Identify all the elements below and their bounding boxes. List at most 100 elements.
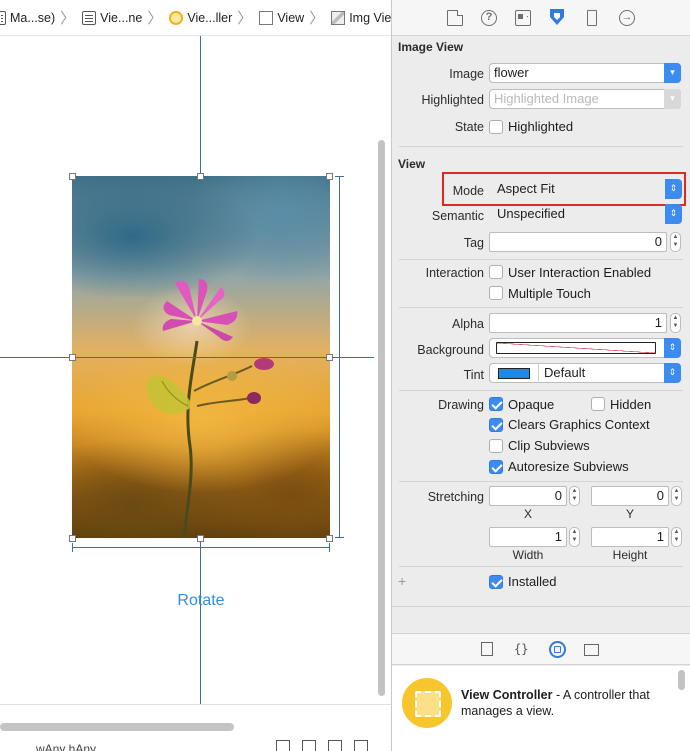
hidden-checkbox[interactable] (591, 397, 605, 411)
canvas-layout-tools (276, 740, 368, 751)
updown-chevron-icon[interactable]: ⇕ (664, 338, 681, 358)
resize-handle[interactable] (197, 173, 204, 180)
resize-handle[interactable] (326, 173, 333, 180)
opaque-label: Opaque (508, 397, 555, 412)
rotate-button[interactable]: Rotate (150, 592, 252, 610)
stretching-label: Stretching (427, 490, 484, 504)
view-controller-icon (402, 678, 452, 728)
stretch-height-field[interactable]: 1 (591, 527, 669, 547)
multiple-touch-checkbox[interactable] (489, 286, 503, 300)
storyboard-canvas[interactable]: Ma...se) 〉 Vie...ne 〉 Vie...ller 〉 View … (0, 0, 391, 751)
resize-handle[interactable] (326, 354, 333, 361)
horizontal-scrollbar[interactable] (0, 723, 234, 731)
breadcrumb: Ma...se) 〉 Vie...ne 〉 Vie...ller 〉 View … (0, 0, 391, 36)
stretch-x-field[interactable]: 0 (489, 486, 567, 506)
tint-color-swatch (498, 368, 530, 379)
code-snippet-library-icon[interactable]: {} (514, 642, 528, 657)
semantic-value: Unspecified (497, 206, 565, 221)
tint-color-popup[interactable]: Default ⇕ (489, 363, 681, 383)
resize-handle[interactable] (197, 535, 204, 542)
library-item-title: View Controller (461, 688, 553, 702)
chevron-right-icon: 〉 (147, 10, 163, 27)
autoresize-subviews-label: Autoresize Subviews (508, 459, 629, 474)
autoresize-subviews-checkbox[interactable] (489, 460, 503, 474)
pin-icon[interactable] (328, 740, 342, 751)
highlighted-image-placeholder: Highlighted Image (494, 91, 599, 106)
image-label: Image (449, 67, 484, 81)
tag-field[interactable]: 0 (489, 232, 667, 252)
tag-stepper[interactable]: ▲ ▼ (670, 232, 681, 252)
user-interaction-checkbox[interactable] (489, 265, 503, 279)
stack-icon[interactable] (276, 740, 290, 751)
stretch-width-field[interactable]: 1 (489, 527, 567, 547)
alpha-field[interactable]: 1 (489, 313, 667, 333)
resolve-issues-icon[interactable] (354, 740, 368, 751)
section-divider (399, 259, 683, 260)
updown-chevron-icon[interactable]: ⇕ (664, 363, 681, 383)
section-divider (399, 481, 683, 482)
media-library-icon[interactable] (584, 644, 599, 656)
section-divider (399, 146, 683, 147)
semantic-popup-button[interactable]: Unspecified ⇕ (489, 204, 682, 225)
library-item-description: View Controller - A controller that mana… (461, 687, 661, 719)
stretch-x-label: X (523, 507, 532, 521)
clears-graphics-checkbox[interactable] (489, 418, 503, 432)
alpha-stepper[interactable]: ▲ ▼ (670, 313, 681, 333)
vertical-scrollbar[interactable] (378, 140, 385, 696)
breadcrumb-label: Ma...se) (10, 10, 56, 25)
resize-handle[interactable] (69, 173, 76, 180)
resize-handle[interactable] (326, 535, 333, 542)
stretch-width-stepper[interactable]: ▲ ▼ (569, 527, 580, 547)
section-divider (399, 390, 683, 391)
mode-highlight-box (442, 172, 686, 206)
view-section-title: View (398, 157, 426, 171)
file-inspector-icon[interactable] (447, 10, 463, 26)
quick-help-icon[interactable]: ? (481, 10, 497, 26)
align-icon[interactable] (302, 740, 316, 751)
image-value: flower (494, 65, 529, 80)
interaction-label: Interaction (425, 266, 484, 280)
breadcrumb-item-view[interactable]: View 〉 (255, 7, 327, 28)
size-inspector-icon[interactable] (587, 10, 597, 26)
library-scrollbar[interactable] (678, 670, 685, 690)
stretch-y-field[interactable]: 0 (591, 486, 669, 506)
background-color-popup[interactable]: ⇕ (489, 338, 681, 358)
stretch-x-stepper[interactable]: ▲ ▼ (569, 486, 580, 506)
add-variation-button[interactable]: + (398, 573, 406, 589)
state-highlighted-checkbox[interactable] (489, 120, 503, 134)
identity-inspector-icon[interactable] (515, 10, 531, 26)
view-icon (259, 10, 274, 25)
breadcrumb-item-view-controller[interactable]: Vie...ller 〉 (165, 7, 255, 28)
file-template-library-icon[interactable] (481, 642, 493, 656)
opaque-checkbox[interactable] (489, 397, 503, 411)
breadcrumb-item-image-view[interactable]: Img View (327, 10, 391, 25)
breadcrumb-label: Vie...ller (187, 10, 233, 25)
tint-value: Default (544, 365, 586, 380)
stretch-width-label: Width (512, 548, 544, 562)
chevron-right-icon: 〉 (60, 10, 76, 27)
breadcrumb-item-scene[interactable]: Vie...ne 〉 (78, 7, 165, 28)
installed-checkbox[interactable] (489, 575, 503, 589)
resize-handle[interactable] (69, 535, 76, 542)
clip-subviews-checkbox[interactable] (489, 439, 503, 453)
chevron-down-icon[interactable]: ▾ (664, 63, 681, 83)
highlighted-image-combo-box[interactable]: Highlighted Image ▾ (489, 89, 681, 109)
section-divider (392, 606, 690, 607)
chevron-down-icon[interactable]: ▾ (664, 89, 681, 109)
attributes-inspector-icon[interactable] (549, 8, 565, 26)
size-class-selector[interactable]: wAny hAny (36, 742, 96, 751)
resize-handle[interactable] (69, 354, 76, 361)
object-library-icon[interactable] (549, 641, 566, 658)
width-dimension-indicator (72, 543, 330, 552)
object-library-list: View Controller - A controller that mana… (392, 666, 690, 751)
updown-chevron-icon[interactable]: ⇕ (665, 204, 682, 224)
inspector-tab-bar: ? → (392, 0, 690, 36)
stretch-y-stepper[interactable]: ▲ ▼ (671, 486, 682, 506)
breadcrumb-item-storyboard[interactable]: Ma...se) 〉 (0, 7, 78, 28)
connections-inspector-icon[interactable]: → (619, 10, 635, 26)
image-combo-box[interactable]: flower ▾ (489, 63, 681, 83)
horizontal-center-guide (0, 357, 374, 358)
stretch-height-stepper[interactable]: ▲ ▼ (671, 527, 682, 547)
image-view-section-title: Image View (398, 40, 464, 54)
alpha-label: Alpha (452, 317, 484, 331)
